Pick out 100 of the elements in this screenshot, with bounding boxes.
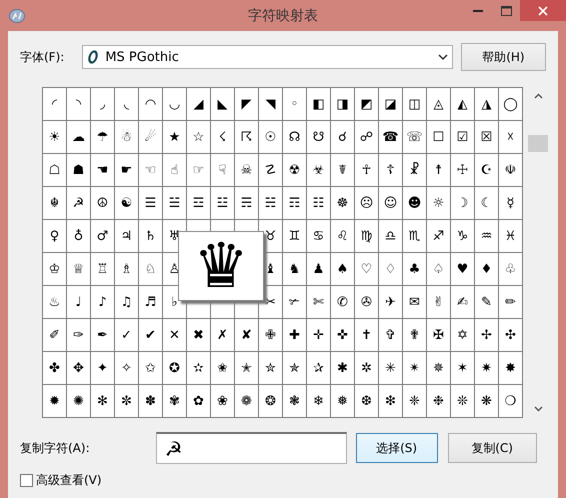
character-cell[interactable]: ✪ (169, 362, 180, 374)
character-cell[interactable]: ♅ (168, 230, 180, 242)
character-cell[interactable]: ✤ (49, 362, 60, 374)
character-cell[interactable]: ★ (168, 130, 180, 144)
character-cell[interactable]: ☲ (192, 196, 204, 210)
character-cell[interactable]: ✉ (409, 296, 420, 308)
character-cell[interactable]: ❋ (481, 394, 492, 408)
character-cell[interactable]: ✲ (361, 362, 372, 374)
character-cell[interactable]: ◩ (360, 98, 373, 110)
character-cell[interactable]: ♫ (120, 296, 132, 308)
character-cell[interactable]: ☡ (264, 164, 276, 176)
character-cell[interactable]: ◜ (52, 98, 58, 110)
character-cell[interactable]: ☰ (144, 196, 156, 210)
character-cell[interactable]: ✶ (457, 362, 468, 374)
character-cell[interactable]: ✜ (337, 328, 348, 342)
character-cell[interactable]: ♙ (168, 262, 180, 276)
character-cell[interactable]: ✗ (217, 328, 228, 342)
character-cell[interactable]: ✍ (457, 296, 468, 308)
character-cell[interactable]: ✠ (433, 328, 444, 342)
character-cell[interactable]: ✦ (97, 362, 108, 374)
character-cell[interactable]: ✂ (265, 296, 276, 308)
characters-field[interactable]: ☭ (156, 432, 347, 464)
character-cell[interactable]: ✱ (337, 362, 348, 374)
character-cell[interactable]: ✝ (361, 328, 372, 342)
character-cell[interactable]: ♊ (288, 230, 300, 242)
character-cell[interactable]: ☧ (409, 164, 420, 176)
help-button[interactable]: 帮助(H) (460, 43, 546, 71)
character-cell[interactable]: ♍ (360, 230, 372, 242)
character-cell[interactable]: ✚ (289, 328, 300, 342)
character-cell[interactable]: ☑ (456, 130, 468, 144)
character-cell[interactable]: ☉ (264, 130, 276, 144)
character-cell[interactable]: ♂ (96, 230, 108, 242)
character-cell[interactable]: ♘ (144, 262, 156, 276)
character-cell[interactable]: ☝ (170, 164, 178, 176)
character-cell[interactable]: ♨ (48, 296, 60, 308)
character-cell[interactable]: ◯ (503, 98, 518, 110)
character-cell[interactable]: ☣ (312, 164, 324, 176)
character-cell[interactable]: ☁ (72, 130, 85, 144)
character-cell[interactable]: ◣ (218, 98, 228, 110)
character-cell[interactable]: ✃ (289, 296, 300, 308)
character-cell[interactable]: ☇ (218, 130, 226, 144)
character-cell[interactable]: ☩ (456, 164, 468, 176)
character-cell[interactable]: ✣ (505, 328, 516, 342)
character-cell[interactable]: ♐ (432, 230, 444, 242)
character-cell[interactable]: ♠ (336, 262, 348, 276)
character-cell[interactable]: ☏ (406, 130, 423, 144)
character-cell[interactable]: ◮ (482, 98, 492, 110)
character-cell[interactable]: ♁ (74, 230, 84, 242)
character-cell[interactable]: ☌ (338, 130, 347, 144)
character-cell[interactable]: ✿ (193, 394, 204, 408)
character-cell[interactable]: ☈ (240, 130, 252, 144)
character-cell[interactable]: ♑ (456, 230, 468, 242)
character-cell[interactable]: ✟ (409, 328, 420, 342)
character-cell[interactable]: ❄ (313, 394, 324, 408)
character-cell[interactable]: ♉ (264, 230, 276, 242)
character-cell[interactable]: ✞ (385, 328, 396, 342)
character-cell[interactable]: ✒ (97, 328, 108, 342)
character-cell[interactable]: ♃ (120, 230, 132, 242)
character-cell[interactable]: ✭ (241, 362, 252, 374)
character-cell[interactable]: ☂ (96, 130, 108, 144)
character-cell[interactable]: ✸ (505, 362, 516, 374)
character-cell[interactable]: ♬ (144, 296, 156, 308)
character-cell[interactable]: ◪ (384, 98, 397, 110)
character-cell[interactable]: ☛ (120, 164, 132, 176)
character-cell[interactable]: ◤ (242, 98, 252, 110)
character-cell[interactable]: ♕ (72, 262, 84, 276)
character-cell[interactable]: ✳ (385, 362, 396, 374)
character-cell[interactable]: ❁ (241, 394, 252, 408)
character-cell[interactable]: ☦ (386, 164, 395, 176)
character-cell[interactable]: ✹ (49, 394, 60, 408)
character-cell[interactable]: ☢ (288, 164, 300, 176)
character-cell[interactable]: ☃ (120, 130, 132, 144)
character-cell[interactable]: ♡ (360, 262, 372, 276)
character-cell[interactable]: ✧ (121, 362, 132, 374)
character-cell[interactable]: ✙ (265, 328, 276, 342)
character-cell[interactable]: ✼ (121, 394, 132, 408)
character-cell[interactable]: ✔ (145, 328, 156, 342)
character-cell[interactable]: ♎ (384, 230, 396, 242)
character-cell[interactable]: ☎ (382, 130, 399, 144)
character-cell[interactable]: ☴ (240, 196, 252, 210)
character-cell[interactable]: ☪ (480, 164, 492, 176)
character-cell[interactable]: ♦ (480, 262, 492, 276)
character-cell[interactable]: ✡ (457, 328, 468, 342)
font-dropdown[interactable]: MS PGothic (82, 45, 453, 69)
character-cell[interactable]: ◫ (408, 98, 421, 110)
character-cell[interactable]: ✫ (193, 362, 204, 374)
scroll-thumb[interactable] (528, 135, 548, 152)
character-cell[interactable]: ✢ (481, 328, 492, 342)
character-cell[interactable]: ☺ (384, 196, 398, 210)
character-cell[interactable]: ◠ (144, 98, 156, 110)
character-cell[interactable]: ☖ (48, 164, 60, 176)
character-cell[interactable]: ☷ (312, 196, 324, 210)
character-cell[interactable]: ✩ (145, 362, 156, 374)
character-cell[interactable]: ❈ (409, 394, 420, 408)
character-cell[interactable]: ☟ (218, 164, 226, 176)
character-cell[interactable]: ☓ (507, 130, 514, 144)
character-cell[interactable]: ✄ (313, 296, 324, 308)
character-cell[interactable]: ☯ (120, 196, 132, 210)
character-cell[interactable]: ✐ (49, 328, 60, 342)
character-cell[interactable]: ◭ (458, 98, 468, 110)
